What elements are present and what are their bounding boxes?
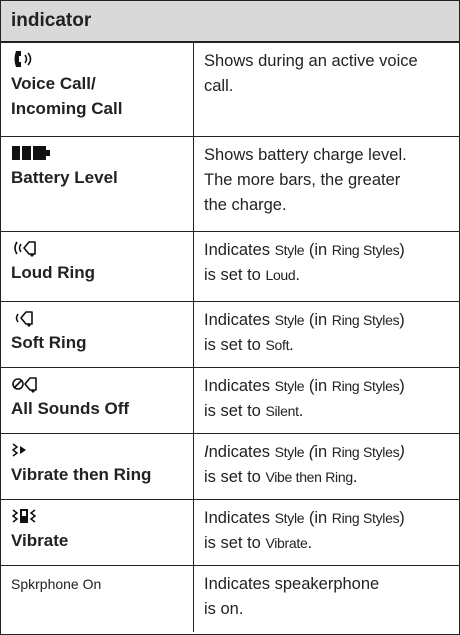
indicator-cell: All Sounds Off: [1, 368, 194, 433]
table-header: indicator: [1, 1, 459, 43]
table-row: Spkrphone On Indicates speakerphone is on…: [1, 566, 459, 632]
vibrate-then-ring-icon: [11, 440, 183, 462]
table-row: Battery Level Shows battery charge level…: [1, 137, 459, 232]
table-row: All Sounds Off Indicates Style (in Ring …: [1, 368, 459, 434]
indicator-name: Soft Ring: [11, 333, 87, 352]
vibrate-icon: [11, 506, 183, 528]
battery-icon: [11, 143, 183, 165]
indicator-description: Indicates Style (in Ring Styles) is set t…: [204, 377, 405, 420]
indicator-cell: Loud Ring: [1, 232, 194, 301]
indicator-name: Vibrate: [11, 531, 69, 550]
indicator-name: Vibrate then Ring: [11, 465, 152, 484]
table-row: Vibrate then Ring Indicates Style (in Ri…: [1, 434, 459, 500]
indicator-description: Indicates speakerphone is on.: [204, 575, 380, 618]
indicator-name: Spkrphone On: [11, 576, 102, 592]
indicator-description: Indicates Style (in Ring Styles) is set t…: [204, 311, 405, 354]
soft-ring-icon: [11, 308, 183, 330]
indicator-description: Shows during an active voice call.: [204, 52, 418, 95]
indicator-cell: Battery Level: [1, 137, 194, 231]
table-row: Vibrate Indicates Style (in Ring Styles)…: [1, 500, 459, 566]
indicator-name: Voice Call/Incoming Call: [11, 74, 123, 118]
indicator-name: Loud Ring: [11, 263, 96, 282]
indicator-description: Indicates Style (in Ring Styles) is set t…: [204, 443, 405, 486]
indicator-cell: Soft Ring: [1, 302, 194, 367]
indicator-table: indicator Voice Call/Incoming Call Shows…: [0, 0, 460, 635]
voice-call-icon: [11, 49, 183, 71]
indicator-description: Shows battery charge level. The more bars…: [204, 146, 407, 214]
table-row: Loud Ring Indicates Style (in Ring Style…: [1, 232, 459, 302]
indicator-description: Indicates Style (in Ring Styles) is set t…: [204, 241, 405, 284]
indicator-cell: Spkrphone On: [1, 566, 194, 632]
header-label: indicator: [11, 10, 92, 31]
all-sounds-off-icon: [11, 374, 183, 396]
indicator-name: Battery Level: [11, 168, 118, 187]
indicator-cell: Vibrate: [1, 500, 194, 565]
table-row: Soft Ring Indicates Style (in Ring Style…: [1, 302, 459, 368]
indicator-cell: Voice Call/Incoming Call: [1, 43, 194, 136]
loud-ring-icon: [11, 238, 183, 260]
indicator-cell: Vibrate then Ring: [1, 434, 194, 499]
indicator-description: Indicates Style (in Ring Styles) is set t…: [204, 509, 405, 552]
indicator-name: All Sounds Off: [11, 399, 130, 418]
table-row: Voice Call/Incoming Call Shows during an…: [1, 43, 459, 137]
